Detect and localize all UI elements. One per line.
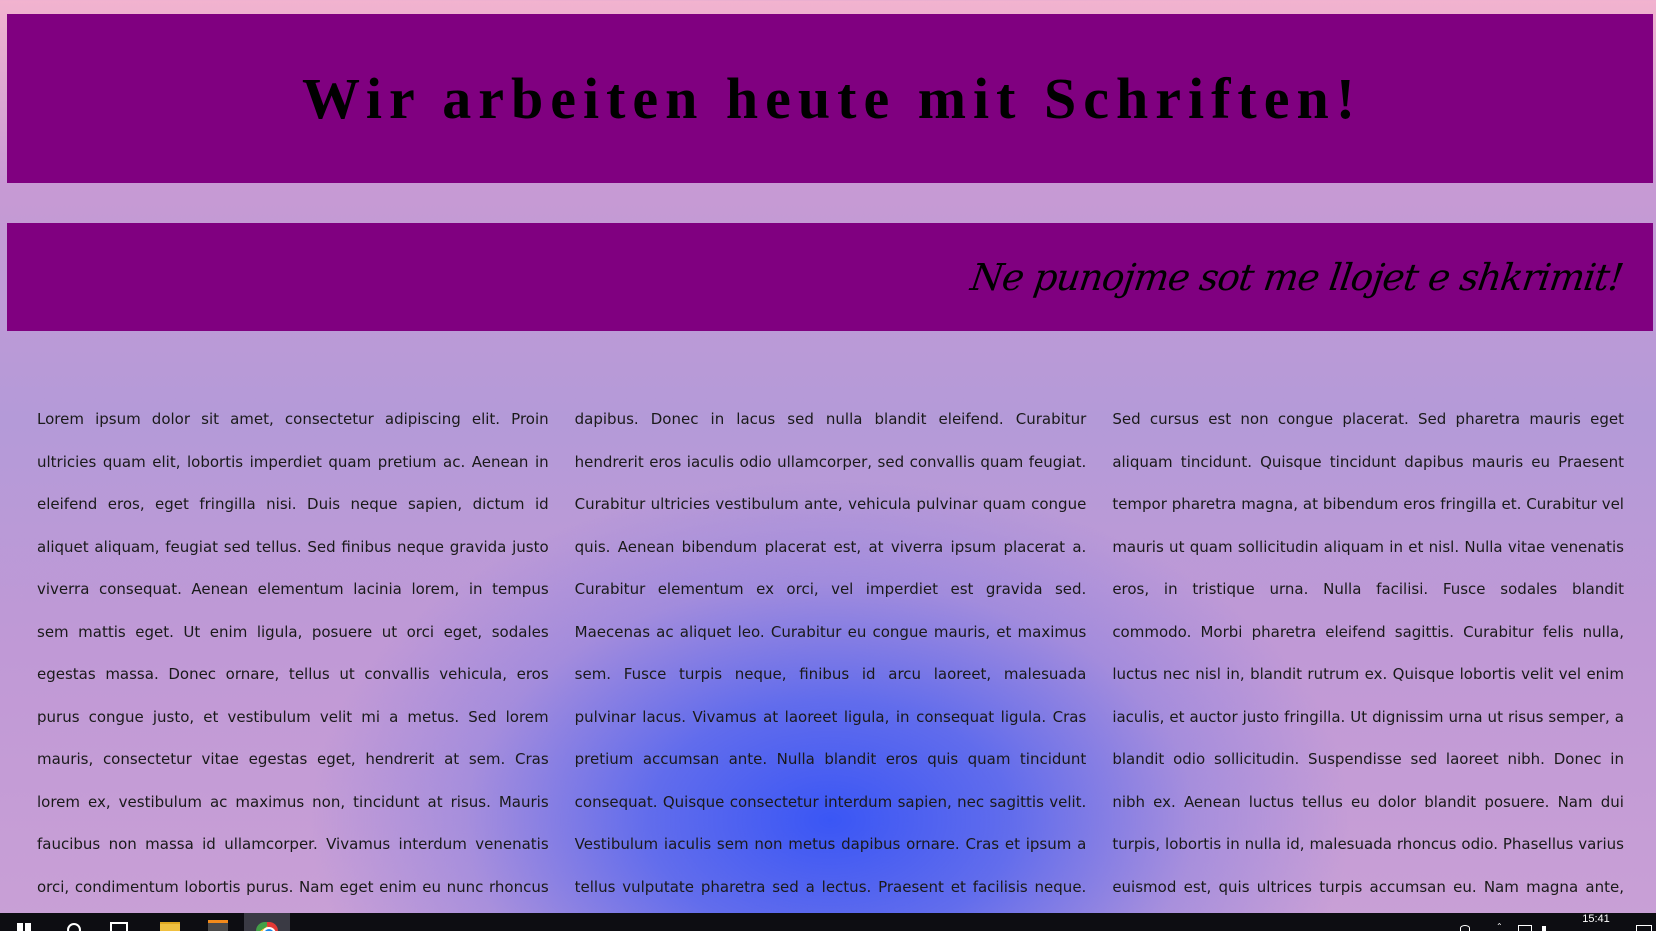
subheader-banner: Ne punojme sot me llojet e shkrimit! bbox=[7, 223, 1653, 331]
chevron-up-icon[interactable]: ⌃ bbox=[1496, 923, 1503, 931]
article-text: Lorem ipsum dolor sit amet, consectetur … bbox=[37, 410, 1624, 896]
notification-icon[interactable] bbox=[1636, 925, 1652, 931]
taskbar: ⌃ 15:41 bbox=[0, 913, 1656, 931]
sublime-text-button[interactable] bbox=[206, 913, 230, 931]
task-view-button[interactable] bbox=[108, 913, 130, 931]
page-subtitle: Ne punojme sot me llojet e shkrimit! bbox=[968, 255, 1627, 299]
header-banner: Wir arbeiten heute mit Schriften! bbox=[7, 14, 1653, 183]
file-explorer-button[interactable] bbox=[158, 913, 182, 931]
volume-icon[interactable] bbox=[1542, 926, 1556, 931]
system-tray: ⌃ bbox=[1450, 913, 1590, 931]
people-icon[interactable] bbox=[1460, 925, 1470, 931]
taskbar-clock[interactable]: 15:41 bbox=[1574, 913, 1618, 931]
search-icon bbox=[67, 923, 81, 931]
task-view-icon bbox=[110, 922, 128, 931]
start-button[interactable] bbox=[14, 913, 34, 931]
page-title: Wir arbeiten heute mit Schriften! bbox=[301, 66, 1363, 131]
folder-icon bbox=[160, 922, 180, 931]
search-button[interactable] bbox=[64, 913, 84, 931]
chrome-button[interactable] bbox=[244, 913, 290, 931]
network-icon[interactable] bbox=[1518, 925, 1532, 931]
chrome-icon bbox=[256, 922, 278, 931]
sublime-text-icon bbox=[208, 920, 228, 931]
article-columns: Lorem ipsum dolor sit amet, consectetur … bbox=[37, 398, 1624, 910]
windows-start-icon bbox=[17, 923, 31, 931]
